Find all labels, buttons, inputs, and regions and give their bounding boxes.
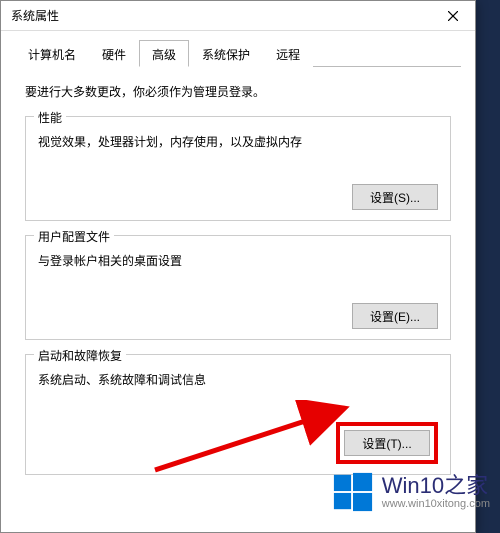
user-profiles-title: 用户配置文件 bbox=[34, 228, 114, 245]
admin-notice: 要进行大多数更改，你必须作为管理员登录。 bbox=[25, 83, 451, 100]
performance-title: 性能 bbox=[34, 109, 66, 126]
user-profiles-group: 用户配置文件 与登录帐户相关的桌面设置 设置(E)... bbox=[25, 235, 451, 340]
performance-desc: 视觉效果，处理器计划，内存使用，以及虚拟内存 bbox=[38, 133, 438, 150]
watermark-brand: Win10之家 bbox=[382, 474, 490, 498]
dialog-content: 计算机名 硬件 高级 系统保护 远程 要进行大多数更改，你必须作为管理员登录。 … bbox=[1, 31, 475, 507]
tab-hardware[interactable]: 硬件 bbox=[89, 40, 139, 67]
tab-advanced[interactable]: 高级 bbox=[139, 40, 189, 67]
advanced-panel: 要进行大多数更改，你必须作为管理员登录。 性能 视觉效果，处理器计划，内存使用，… bbox=[15, 67, 461, 499]
performance-group: 性能 视觉效果，处理器计划，内存使用，以及虚拟内存 设置(S)... bbox=[25, 116, 451, 221]
startup-recovery-group: 启动和故障恢复 系统启动、系统故障和调试信息 设置(T)... bbox=[25, 354, 451, 475]
startup-recovery-button-row: 设置(T)... bbox=[38, 422, 438, 464]
tab-computer-name[interactable]: 计算机名 bbox=[15, 40, 89, 67]
user-profiles-desc: 与登录帐户相关的桌面设置 bbox=[38, 252, 438, 269]
tab-remote[interactable]: 远程 bbox=[263, 40, 313, 67]
performance-button-row: 设置(S)... bbox=[38, 184, 438, 210]
windows-logo-icon bbox=[332, 471, 374, 513]
dialog-title: 系统属性 bbox=[11, 7, 59, 24]
watermark: Win10之家 www.win10xitong.com bbox=[332, 471, 490, 513]
tab-system-protection[interactable]: 系统保护 bbox=[189, 40, 263, 67]
performance-settings-button[interactable]: 设置(S)... bbox=[352, 184, 438, 210]
user-profiles-settings-button[interactable]: 设置(E)... bbox=[352, 303, 438, 329]
close-icon bbox=[448, 11, 458, 21]
tab-bar: 计算机名 硬件 高级 系统保护 远程 bbox=[15, 39, 461, 67]
titlebar: 系统属性 bbox=[1, 1, 475, 31]
startup-recovery-desc: 系统启动、系统故障和调试信息 bbox=[38, 371, 438, 388]
watermark-text: Win10之家 www.win10xitong.com bbox=[382, 474, 490, 510]
close-button[interactable] bbox=[430, 1, 475, 30]
startup-recovery-settings-button[interactable]: 设置(T)... bbox=[344, 430, 430, 456]
startup-recovery-title: 启动和故障恢复 bbox=[34, 347, 126, 364]
system-properties-dialog: 系统属性 计算机名 硬件 高级 系统保护 远程 要进行大多数更改，你必须作为管理… bbox=[0, 0, 476, 533]
user-profiles-button-row: 设置(E)... bbox=[38, 303, 438, 329]
watermark-url: www.win10xitong.com bbox=[382, 498, 490, 510]
highlight-annotation: 设置(T)... bbox=[336, 422, 438, 464]
